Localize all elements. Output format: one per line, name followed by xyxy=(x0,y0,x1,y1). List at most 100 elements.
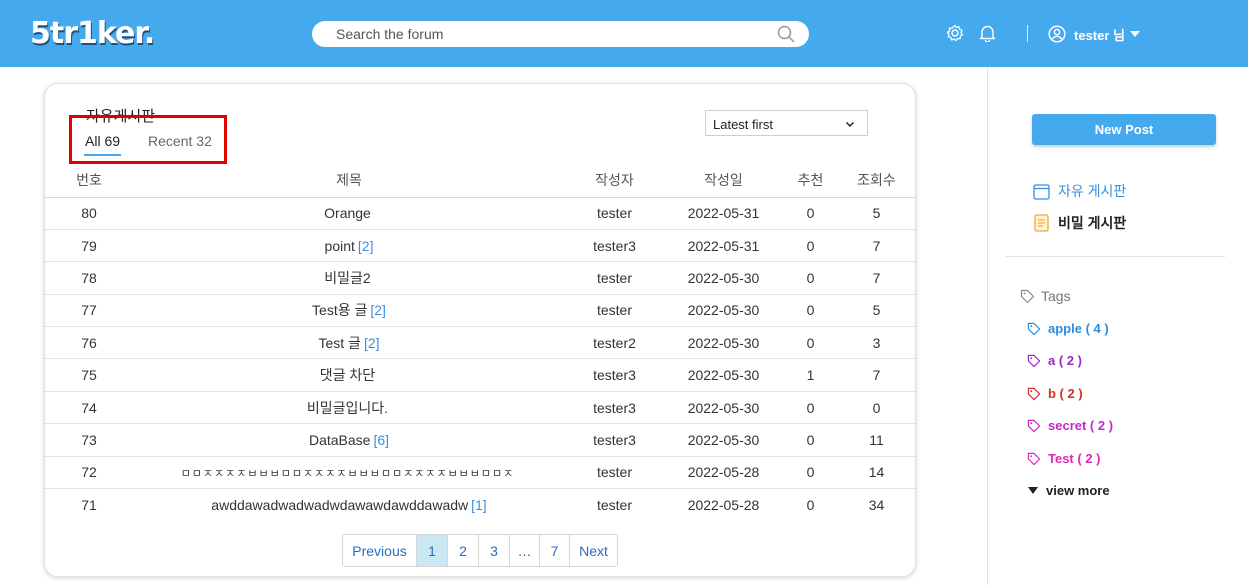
pagination-previous[interactable]: Previous xyxy=(343,535,416,566)
tag-item-apple[interactable]: apple ( 4 ) xyxy=(1027,321,1109,336)
post-title-cell[interactable]: 비밀글입니다. xyxy=(133,391,565,425)
tag-icon xyxy=(1027,387,1041,400)
post-title[interactable]: 댓글 차단 xyxy=(320,367,375,383)
post-author: tester xyxy=(565,261,664,295)
post-title-cell[interactable]: Orange xyxy=(133,197,565,230)
post-views: 7 xyxy=(838,261,915,295)
post-title[interactable]: point xyxy=(325,238,355,254)
page-1[interactable]: 1 xyxy=(416,535,447,566)
sidebar-separator xyxy=(1006,256,1225,257)
table-row[interactable]: 72 ㅁㅁㅈㅈㅈㅈㅂㅂㅂㅁㅁㅈㅈㅈㅈㅂㅂㅂㅁㅁㅈㅈㅈㅈㅂㅂㅂㅁㅁㅈ tester 20… xyxy=(45,456,915,490)
post-title[interactable]: Test 글 xyxy=(318,335,360,351)
search-input[interactable] xyxy=(336,21,766,47)
caret-down-icon[interactable] xyxy=(1129,31,1140,37)
tag-item-test[interactable]: Test ( 2 ) xyxy=(1027,451,1101,466)
post-date: 2022-05-28 xyxy=(687,496,760,513)
tag-item-b[interactable]: b ( 2 ) xyxy=(1027,386,1083,401)
new-post-button[interactable]: New Post xyxy=(1032,114,1216,145)
post-likes: 0 xyxy=(806,496,815,513)
table-row[interactable]: 80 Orange tester 2022-05-31 0 5 xyxy=(45,197,915,230)
post-title-cell[interactable]: point [2] xyxy=(133,229,565,263)
post-title[interactable]: 비밀글입니다. xyxy=(307,400,388,416)
page-7[interactable]: 7 xyxy=(539,535,569,566)
tag-item-a[interactable]: a ( 2 ) xyxy=(1027,353,1082,368)
settings-gear-icon[interactable] xyxy=(946,24,964,47)
post-title[interactable]: DataBase xyxy=(309,432,370,448)
sidebar-item-free-board[interactable]: 자유 게시판 xyxy=(1033,181,1126,201)
post-title[interactable]: awddawadwadwadwdawawdawddawadw xyxy=(211,497,468,513)
post-views: 5 xyxy=(838,294,915,328)
post-date: 2022-05-28 xyxy=(664,456,783,490)
post-title[interactable]: ㅁㅁㅈㅈㅈㅈㅂㅂㅂㅁㅁㅈㅈㅈㅈㅂㅂㅂㅁㅁㅈㅈㅈㅈㅂㅂㅂㅁㅁㅈ xyxy=(181,468,515,480)
post-views: 7 xyxy=(838,229,915,263)
table-row[interactable]: 77 Test용 글 [2] tester 2022-05-30 0 5 xyxy=(45,294,915,328)
post-number: 78 xyxy=(45,261,133,295)
post-likes: 0 xyxy=(783,294,838,328)
tag-item-secret[interactable]: secret ( 2 ) xyxy=(1027,418,1113,433)
post-likes: 0 xyxy=(783,456,838,490)
post-title-cell[interactable]: awddawadwadwadwdawawdawddawadw [1] xyxy=(133,489,565,521)
notification-bell-icon[interactable] xyxy=(979,24,996,47)
post-author: tester xyxy=(565,294,664,328)
col-header-date: 작성일 xyxy=(664,164,783,198)
user-menu[interactable]: tester 님 xyxy=(1048,24,1140,44)
post-title-cell[interactable]: ㅁㅁㅈㅈㅈㅈㅂㅂㅂㅁㅁㅈㅈㅈㅈㅂㅂㅂㅁㅁㅈㅈㅈㅈㅂㅂㅂㅁㅁㅈ xyxy=(133,456,565,490)
post-number: 76 xyxy=(45,326,133,360)
comment-count: [2] xyxy=(363,334,380,351)
col-header-author: 작성자 xyxy=(565,164,664,198)
post-views: 7 xyxy=(838,358,915,392)
table-row[interactable]: 78 비밀글2 tester 2022-05-30 0 7 xyxy=(45,261,915,295)
chevron-down-icon xyxy=(845,117,855,132)
post-date: 2022-05-30 xyxy=(664,423,783,457)
col-header-views: 조회수 xyxy=(838,164,915,198)
post-number: 79 xyxy=(45,229,133,263)
user-name: tester 님 xyxy=(1074,27,1125,43)
pagination-next[interactable]: Next xyxy=(569,535,617,566)
sidebar-item-label: 비밀 게시판 xyxy=(1058,215,1127,231)
view-more-link[interactable]: view more xyxy=(1028,483,1110,498)
comment-count: [2] xyxy=(357,237,374,254)
post-number: 71 xyxy=(81,496,97,513)
post-title-cell[interactable]: Test용 글 [2] xyxy=(133,294,565,328)
page-3[interactable]: 3 xyxy=(478,535,509,566)
sort-dropdown[interactable]: Latest first xyxy=(705,110,868,136)
post-title-cell[interactable]: 댓글 차단 xyxy=(133,358,565,392)
post-author: tester xyxy=(565,456,664,490)
post-number: 77 xyxy=(45,294,133,328)
table-row[interactable]: 76 Test 글 [2] tester2 2022-05-30 0 3 xyxy=(45,326,915,360)
search-icon[interactable] xyxy=(777,25,795,48)
post-number: 73 xyxy=(45,423,133,457)
post-views: 3 xyxy=(838,326,915,360)
site-logo[interactable]: 5tr1ker. xyxy=(30,16,155,51)
post-likes: 0 xyxy=(783,229,838,263)
table-row[interactable]: 75 댓글 차단 tester3 2022-05-30 1 7 xyxy=(45,358,915,392)
tags-title: Tags xyxy=(1041,288,1071,304)
table-row[interactable]: 74 비밀글입니다. tester3 2022-05-30 0 0 xyxy=(45,391,915,425)
post-date: 2022-05-30 xyxy=(664,261,783,295)
col-header-likes: 추천 xyxy=(783,164,838,198)
table-row[interactable]: 73 DataBase [6] tester3 2022-05-30 0 11 xyxy=(45,423,915,457)
post-likes: 0 xyxy=(783,261,838,295)
post-likes: 0 xyxy=(783,391,838,425)
table-row[interactable]: 79 point [2] tester3 2022-05-31 0 7 xyxy=(45,229,915,263)
post-title[interactable]: 비밀글2 xyxy=(324,270,370,286)
table-header-row: 번호 제목 작성자 작성일 추천 조회수 xyxy=(45,164,915,198)
post-title-cell[interactable]: 비밀글2 xyxy=(133,261,565,295)
post-likes: 1 xyxy=(783,358,838,392)
table-row[interactable]: 71 awddawadwadwadwdawawdawddawadw [1] teste… xyxy=(45,489,915,521)
sidebar-item-secret-board[interactable]: 비밀 게시판 xyxy=(1033,213,1126,233)
post-title-cell[interactable]: Test 글 [2] xyxy=(133,326,565,360)
post-title-cell[interactable]: DataBase [6] xyxy=(133,423,565,457)
post-title[interactable]: Orange xyxy=(324,205,371,221)
search-bar[interactable] xyxy=(312,21,809,47)
post-author: tester2 xyxy=(565,326,664,360)
post-number: 74 xyxy=(45,391,133,425)
post-number: 75 xyxy=(45,358,133,392)
sidebar-divider xyxy=(987,67,988,585)
page-2[interactable]: 2 xyxy=(447,535,478,566)
post-title[interactable]: Test용 글 xyxy=(312,302,367,318)
user-avatar-icon xyxy=(1048,25,1066,43)
post-date: 2022-05-30 xyxy=(664,358,783,392)
triangle-down-icon xyxy=(1028,487,1038,494)
post-author: tester xyxy=(565,197,664,230)
